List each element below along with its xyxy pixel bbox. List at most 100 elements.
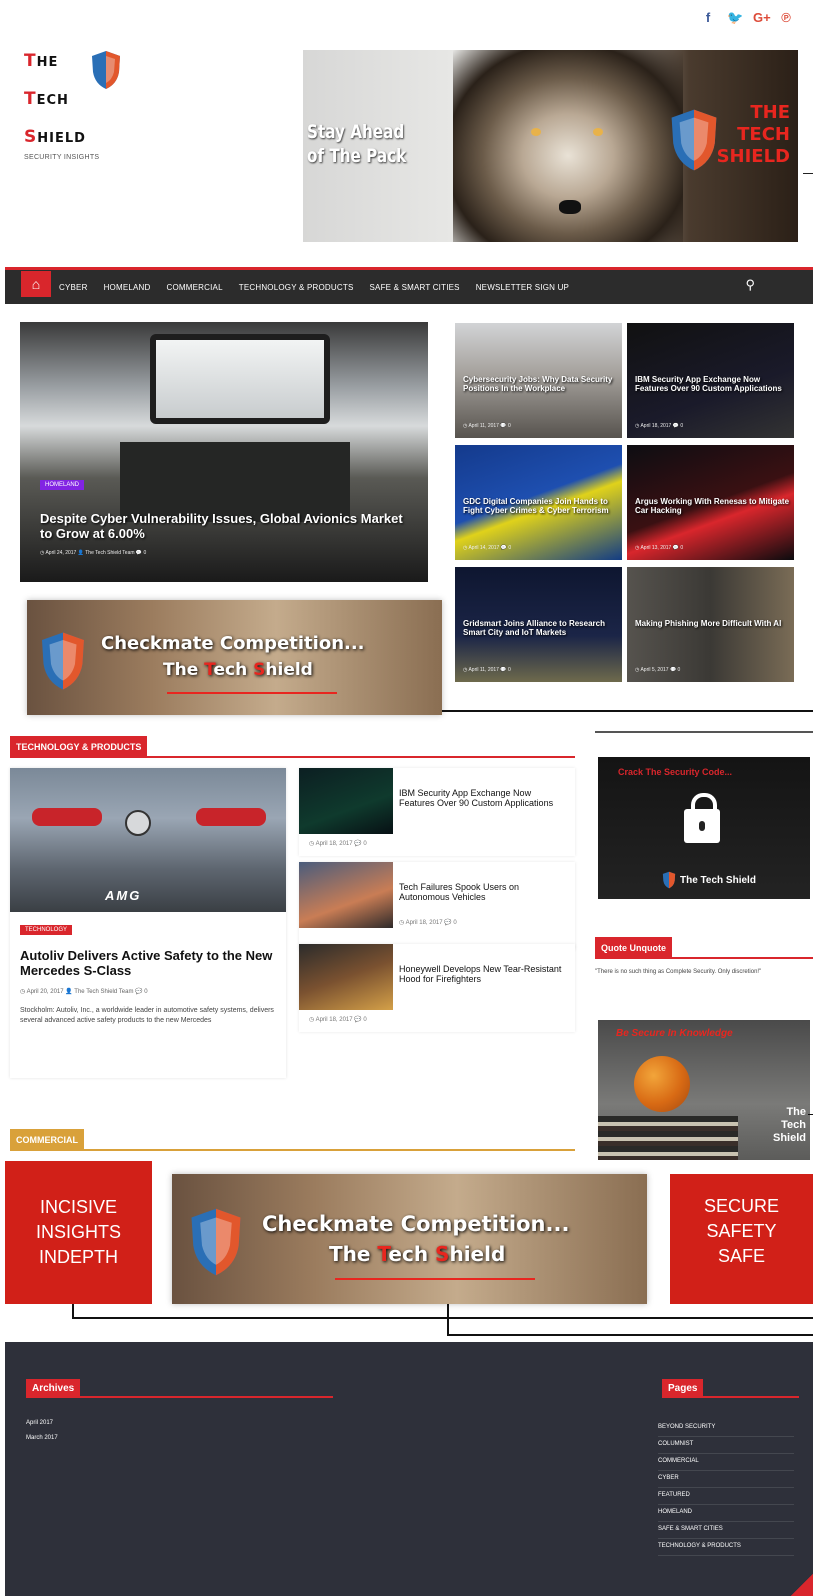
tagline-line: INSIGHTS: [35, 1222, 121, 1242]
twitter-icon[interactable]: 🐦: [727, 10, 743, 26]
page-link[interactable]: HOMELAND: [658, 1505, 794, 1522]
post-title[interactable]: IBM Security App Exchange Now Features O…: [399, 788, 569, 808]
shield-icon: [92, 51, 120, 89]
wolf-eye-icon: [531, 128, 541, 136]
tech-side-post[interactable]: IBM Security App Exchange Now Features O…: [299, 768, 575, 856]
post-title[interactable]: Cybersecurity Jobs: Why Data Security Po…: [463, 375, 618, 393]
tagline-box-secure: SECURE SAFETY SAFE: [670, 1174, 813, 1304]
checkmate-ad-banner[interactable]: Checkmate Competition... The Tech Shield: [172, 1174, 647, 1304]
post-title[interactable]: GDC Digital Companies Join Hands to Figh…: [463, 497, 618, 515]
wolf-image: [453, 50, 683, 242]
page-link[interactable]: BEYOND SECURITY: [658, 1420, 794, 1437]
divider: [808, 1114, 813, 1115]
connector-line: [447, 1334, 813, 1336]
featured-tile[interactable]: Gridsmart Joins Alliance to Research Sma…: [455, 567, 622, 682]
post-title[interactable]: Tech Failures Spook Users on Autonomous …: [399, 882, 569, 902]
post-meta: ◷ April 11, 2017 💬 0: [463, 423, 511, 429]
facebook-icon[interactable]: f: [701, 10, 715, 26]
section-heading-quote: Quote Unquote: [595, 937, 813, 959]
hero-slogan: Stay Ahead of The Pack: [307, 120, 443, 168]
post-title[interactable]: Despite Cyber Vulnerability Issues, Glob…: [40, 511, 410, 541]
googleplus-icon[interactable]: G+: [753, 10, 771, 26]
home-icon[interactable]: ⌂: [21, 271, 51, 297]
page-link[interactable]: CYBER: [658, 1471, 794, 1488]
site-logo[interactable]: THE TECH SHIELD SECURITY INSIGHTS: [24, 50, 144, 161]
pinterest-icon[interactable]: ℗: [779, 10, 793, 26]
ad-brand-line: Tech: [781, 1119, 806, 1131]
ad-brand: The Tech Shield: [773, 1106, 806, 1145]
tagline-line: SAFETY: [706, 1221, 777, 1241]
post-meta: ◷ April 18, 2017 💬 0: [309, 841, 367, 847]
post-title[interactable]: Gridsmart Joins Alliance to Research Sma…: [463, 619, 618, 637]
featured-tile[interactable]: IBM Security App Exchange Now Features O…: [627, 323, 794, 438]
ad-headline: Crack The Security Code...: [618, 767, 733, 777]
lock-icon: [684, 793, 720, 843]
page-link[interactable]: FEATURED: [658, 1488, 794, 1505]
connector-line: [72, 1304, 74, 1318]
post-title[interactable]: IBM Security App Exchange Now Features O…: [635, 375, 790, 393]
ad-headline: Checkmate Competition...: [101, 633, 365, 654]
knowledge-ad[interactable]: Be Secure In Knowledge The Tech Shield: [598, 1020, 810, 1160]
nav-item-safe-smart-cities[interactable]: SAFE & SMART CITIES: [370, 283, 460, 292]
tech-big-post[interactable]: AMG TECHNOLOGY Autoliv Delivers Active S…: [10, 768, 286, 1078]
post-title[interactable]: Making Phishing More Difficult With AI: [635, 619, 790, 628]
ad-brand-line: The: [786, 1106, 806, 1118]
nav-item-commercial[interactable]: COMMERCIAL: [167, 283, 223, 292]
category-tag[interactable]: HOMELAND: [40, 480, 85, 490]
tech-side-post[interactable]: Honeywell Develops New Tear-Resistant Ho…: [299, 944, 575, 1032]
featured-tile[interactable]: GDC Digital Companies Join Hands to Figh…: [455, 445, 622, 560]
post-meta: ◷ April 13, 2017 💬 0: [635, 545, 684, 551]
hero-brand: THE TECH SHIELD: [717, 102, 790, 168]
post-title[interactable]: Argus Working With Renesas to Mitigate C…: [635, 497, 790, 515]
nav-item-homeland[interactable]: HOMELAND: [104, 283, 151, 292]
post-title[interactable]: Honeywell Develops New Tear-Resistant Ho…: [399, 964, 569, 984]
page-link[interactable]: COLUMNIST: [658, 1437, 794, 1454]
pages-list: BEYOND SECURITY COLUMNIST COMMERCIAL CYB…: [658, 1420, 794, 1556]
featured-tile[interactable]: Cybersecurity Jobs: Why Data Security Po…: [455, 323, 622, 438]
archive-link[interactable]: April 2017: [26, 1420, 58, 1426]
tagline-line: SAFE: [717, 1246, 765, 1266]
tech-side-post[interactable]: Tech Failures Spook Users on Autonomous …: [299, 862, 575, 950]
main-nav: ⌂ CYBER HOMELAND COMMERCIAL TECHNOLOGY &…: [5, 267, 813, 304]
tail-light-icon: [196, 808, 266, 826]
footer-heading-label: Archives: [26, 1379, 81, 1398]
ad-headline: Be Secure In Knowledge: [616, 1028, 733, 1039]
ad-brand-line: Shield: [772, 1132, 806, 1144]
divider: [167, 692, 337, 694]
connector-line: [72, 1317, 813, 1319]
post-title[interactable]: Autoliv Delivers Active Safety to the Ne…: [20, 948, 276, 978]
category-tag[interactable]: TECHNOLOGY: [20, 925, 73, 935]
featured-tile[interactable]: Argus Working With Renesas to Mitigate C…: [627, 445, 794, 560]
featured-tile[interactable]: Making Phishing More Difficult With AI ◷…: [627, 567, 794, 682]
security-code-ad[interactable]: Crack The Security Code... The Tech Shie…: [598, 757, 810, 899]
page-link[interactable]: COMMERCIAL: [658, 1454, 794, 1471]
car-amg-text: AMG: [105, 888, 142, 903]
nav-item-newsletter[interactable]: NEWSLETTER SIGN UP: [476, 283, 569, 292]
car-image: AMG: [10, 768, 286, 912]
post-meta: ◷ April 18, 2017 💬 0: [309, 1017, 367, 1023]
nav-item-technology-products[interactable]: TECHNOLOGY & PRODUCTS: [239, 283, 354, 292]
post-meta: ◷ April 24, 2017 👤 The Tech Shield Team …: [40, 550, 147, 556]
social-links: f 🐦 G+ ℗: [701, 10, 793, 26]
section-title[interactable]: COMMERCIAL: [10, 1129, 84, 1151]
ad-subline: The Tech Shield: [329, 1242, 506, 1266]
section-title[interactable]: TECHNOLOGY & PRODUCTS: [10, 736, 148, 758]
search-icon[interactable]: ⚲: [745, 277, 755, 293]
tagline-line: INCISIVE: [39, 1197, 118, 1217]
hero-slogan-line: of The Pack: [307, 145, 407, 167]
page-link[interactable]: TECHNOLOGY & PRODUCTS: [658, 1539, 794, 1556]
section-title: Quote Unquote: [595, 937, 672, 959]
shield-icon: [662, 871, 676, 889]
page-link[interactable]: SAFE & SMART CITIES: [658, 1522, 794, 1539]
nav-item-cyber[interactable]: CYBER: [59, 283, 88, 292]
header-ad-banner[interactable]: Stay Ahead of The Pack THE TECH SHIELD: [303, 50, 798, 242]
logo-tagline: SECURITY INSIGHTS: [24, 154, 100, 161]
footer-heading-pages: Pages: [662, 1378, 799, 1398]
featured-main-post[interactable]: HOMELAND Despite Cyber Vulnerability Iss…: [20, 322, 428, 582]
checkmate-ad-banner[interactable]: Checkmate Competition... The Tech Shield: [27, 600, 442, 715]
divider: [595, 731, 813, 733]
scroll-top-icon[interactable]: [791, 1574, 813, 1596]
mercedes-badge-icon: [125, 810, 151, 836]
footer-heading-label: Pages: [662, 1379, 704, 1398]
archive-link[interactable]: March 2017: [26, 1435, 58, 1441]
